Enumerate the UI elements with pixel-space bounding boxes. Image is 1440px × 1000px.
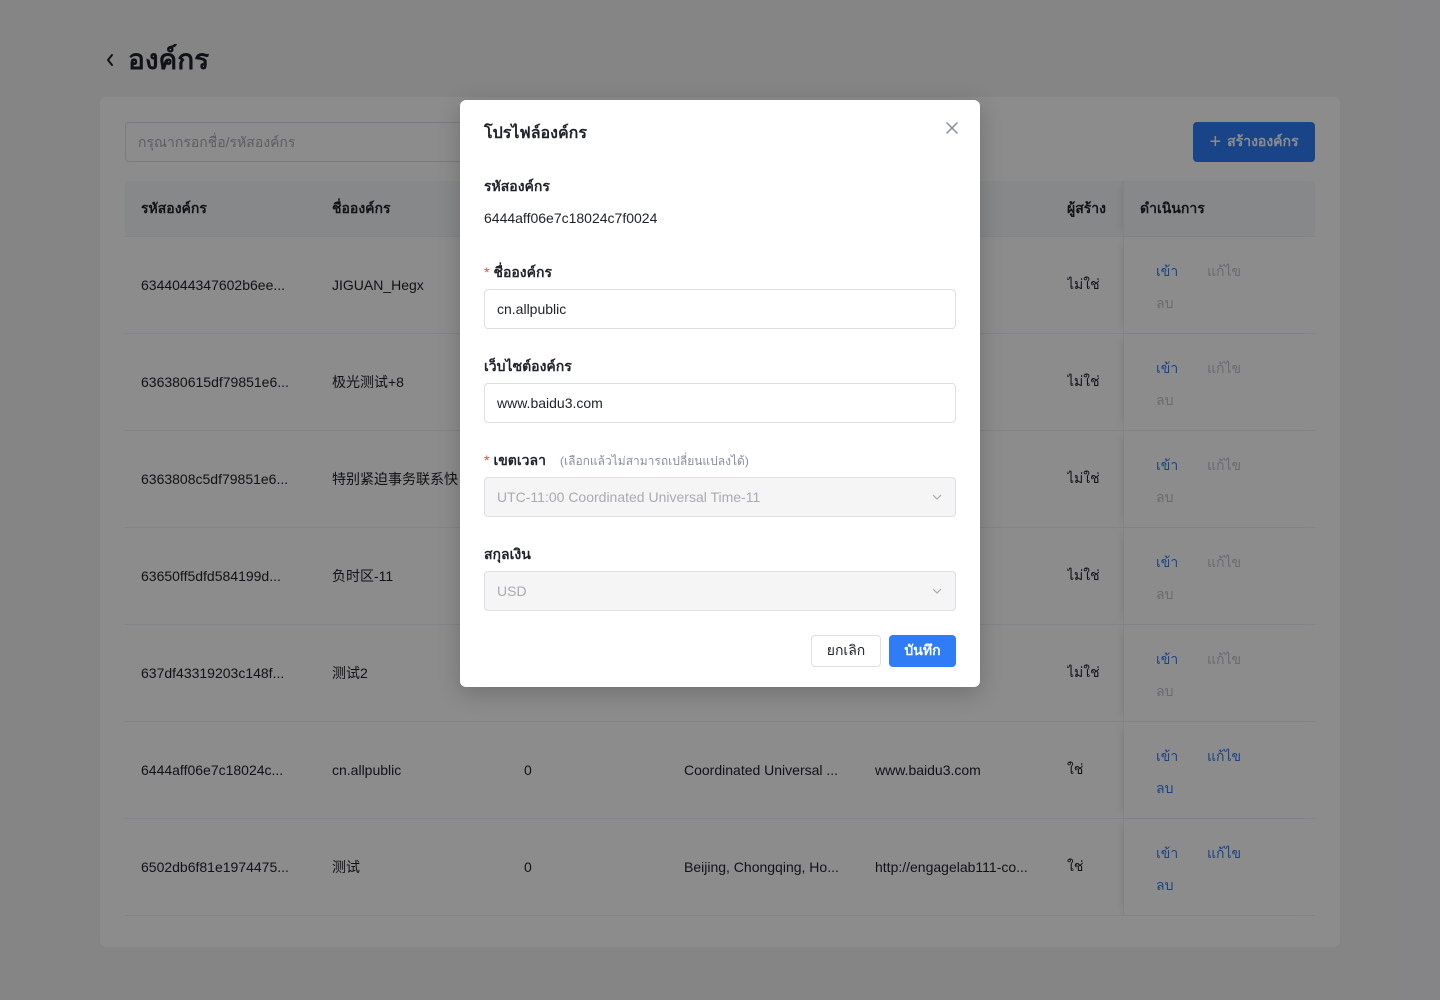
organization-profile-modal: โปรไฟล์องค์กร รหัสองค์กร 6444aff06e7c180…	[460, 100, 980, 687]
cancel-button[interactable]: ยกเลิก	[811, 635, 881, 667]
timezone-label-text: เขตเวลา	[493, 452, 546, 468]
required-mark: *	[484, 452, 490, 468]
close-icon[interactable]	[942, 118, 962, 138]
timezone-select: UTC-11:00 Coordinated Universal Time-11	[484, 477, 956, 517]
timezone-label: * เขตเวลา (เลือกแล้วไม่สามารถเปลี่ยนแปลงได…	[484, 450, 749, 472]
chevron-down-icon	[931, 585, 943, 597]
org-name-label: * ชื่อองค์กร	[484, 262, 552, 284]
modal-title: โปรไฟล์องค์กร	[484, 125, 587, 142]
org-website-field[interactable]	[484, 383, 956, 423]
currency-value: USD	[497, 583, 527, 599]
required-mark: *	[484, 264, 490, 280]
chevron-down-icon	[931, 491, 943, 503]
save-button[interactable]: บันทึก	[889, 635, 956, 667]
currency-label: สกุลเงิน	[484, 546, 531, 562]
org-name-label-text: ชื่อองค์กร	[493, 264, 552, 280]
timezone-hint: (เลือกแล้วไม่สามารถเปลี่ยนแปลงได้)	[560, 454, 749, 468]
org-name-field[interactable]	[484, 289, 956, 329]
timezone-value: UTC-11:00 Coordinated Universal Time-11	[497, 489, 761, 505]
org-id-label: รหัสองค์กร	[484, 178, 550, 194]
org-website-label: เว็บไซต์องค์กร	[484, 358, 572, 374]
currency-select: USD	[484, 571, 956, 611]
org-id-value: 6444aff06e7c18024c7f0024	[484, 210, 658, 226]
